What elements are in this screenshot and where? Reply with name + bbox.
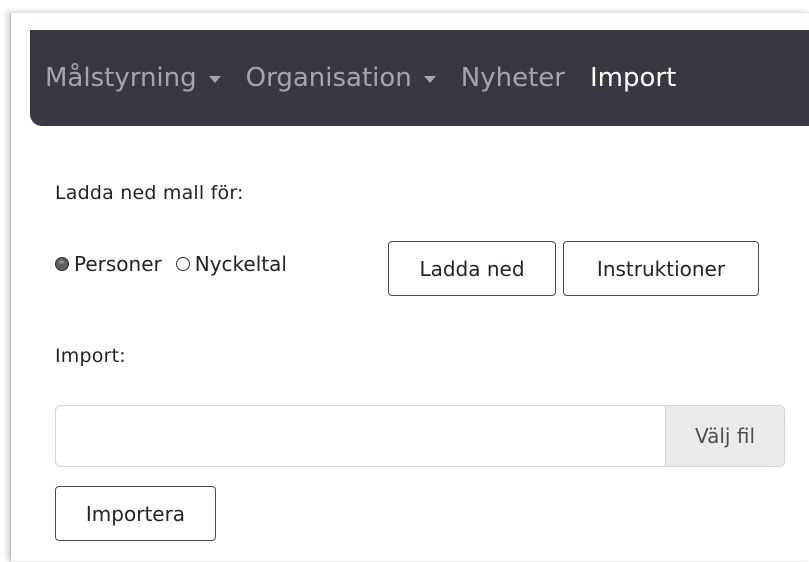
nav-item-label: Organisation bbox=[245, 63, 412, 93]
import-section-label: Import: bbox=[55, 345, 126, 367]
top-navbar: Målstyrning Organisation Nyheter Import bbox=[30, 30, 809, 126]
nav-item-malstyrning[interactable]: Målstyrning bbox=[45, 63, 221, 93]
file-input[interactable]: Välj fil bbox=[55, 405, 785, 467]
nav-item-import[interactable]: Import bbox=[590, 63, 676, 93]
nav-item-label: Målstyrning bbox=[45, 63, 197, 93]
choose-file-button[interactable]: Välj fil bbox=[665, 406, 784, 466]
caret-down-icon bbox=[423, 75, 436, 83]
download-template-button[interactable]: Ladda ned bbox=[388, 241, 556, 296]
nav-item-label: Import bbox=[589, 63, 677, 93]
file-name-field[interactable] bbox=[56, 406, 668, 466]
nav-item-label: Nyheter bbox=[460, 63, 565, 93]
radio-nyckeltal[interactable]: Nyckeltal bbox=[175, 252, 287, 276]
radio-checked-icon[interactable] bbox=[55, 257, 69, 271]
template-section-label: Ladda ned mall för: bbox=[55, 182, 244, 204]
nav-item-organisation[interactable]: Organisation bbox=[246, 63, 436, 93]
radio-label-nyckeltal: Nyckeltal bbox=[194, 252, 287, 276]
import-button[interactable]: Importera bbox=[55, 486, 216, 541]
instructions-button[interactable]: Instruktioner bbox=[563, 241, 759, 296]
radio-unchecked-icon[interactable] bbox=[175, 257, 190, 271]
caret-down-icon bbox=[208, 75, 221, 83]
template-type-radio-group: Personer Nyckeltal bbox=[55, 252, 301, 276]
radio-personer[interactable]: Personer bbox=[55, 252, 162, 276]
nav-item-nyheter[interactable]: Nyheter bbox=[461, 63, 565, 93]
radio-label-personer: Personer bbox=[74, 252, 162, 276]
